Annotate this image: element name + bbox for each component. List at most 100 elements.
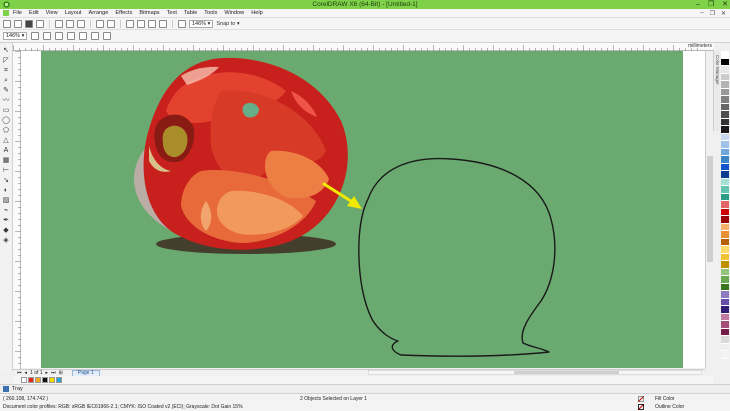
open-icon[interactable] [14, 19, 22, 28]
docker-tabs[interactable]: Color Manager [713, 51, 720, 131]
docker-tab-color-manager[interactable]: Color Manager [715, 55, 720, 85]
palette-swatch[interactable] [721, 238, 729, 246]
palette-swatch[interactable] [721, 216, 729, 224]
palette-swatch[interactable] [721, 163, 729, 171]
freehand-tool-icon[interactable]: ✎ [2, 87, 10, 95]
menu-text[interactable]: Text [167, 10, 177, 16]
palette-swatch[interactable] [721, 186, 729, 194]
freehand-outline-path[interactable] [358, 157, 556, 357]
menu-edit[interactable]: Edit [29, 10, 39, 16]
horizontal-scroll-thumb[interactable] [514, 371, 619, 374]
dimension-tool-icon[interactable]: ⊢ [2, 167, 10, 175]
palette-swatch[interactable] [721, 178, 729, 186]
undo-icon[interactable] [96, 19, 104, 28]
import-icon[interactable] [137, 19, 145, 28]
palette-swatch[interactable] [721, 291, 729, 299]
zoom-page-icon[interactable] [79, 32, 88, 40]
palette-swatch[interactable] [721, 336, 729, 344]
menu-arrange[interactable]: Arrange [88, 10, 108, 16]
drawing-page[interactable] [41, 51, 683, 368]
palette-swatch[interactable] [721, 58, 729, 66]
palette-swatch[interactable] [721, 133, 729, 141]
pick-tool-icon[interactable]: ↖ [2, 47, 10, 55]
palette-swatch[interactable] [721, 283, 729, 291]
snap-to-dropdown[interactable]: Snap to ▾ [216, 21, 239, 27]
application-launcher-icon[interactable] [178, 19, 186, 28]
tray-icon[interactable] [3, 386, 9, 392]
palette-swatch[interactable] [721, 223, 729, 231]
table-tool-icon[interactable]: ▦ [2, 157, 10, 165]
tray-label[interactable]: Tray [12, 386, 23, 392]
crop-tool-icon[interactable]: ⌗ [2, 67, 10, 75]
copy-icon[interactable] [66, 19, 74, 28]
palette-swatch[interactable] [721, 208, 729, 216]
apple-bitmap[interactable] [134, 57, 348, 250]
rectangle-tool-icon[interactable]: ▭ [2, 107, 10, 115]
document-palette-swatch[interactable] [35, 377, 41, 383]
zoom-out-icon[interactable] [43, 32, 52, 40]
zoom-levels-select[interactable]: 146% ▾ [3, 32, 28, 40]
artistic-media-tool-icon[interactable]: 〰 [2, 97, 10, 105]
doc-minimize-button[interactable]: – [700, 10, 703, 17]
redo-icon[interactable] [107, 19, 115, 28]
palette-swatch[interactable] [721, 171, 729, 179]
close-button[interactable]: ✕ [722, 0, 728, 9]
shape-tool-icon[interactable]: ◸ [2, 57, 10, 65]
palette-swatch[interactable] [721, 298, 729, 306]
zoom-tool-icon[interactable]: ⌕ [2, 77, 10, 85]
menu-window[interactable]: Window [224, 10, 244, 16]
palette-swatch[interactable] [721, 148, 729, 156]
palette-swatch[interactable] [721, 156, 729, 164]
palette-swatch[interactable] [721, 321, 729, 329]
horizontal-scrollbar[interactable] [368, 370, 702, 375]
horizontal-ruler[interactable]: millimeters [13, 43, 714, 51]
palette-swatch[interactable] [721, 313, 729, 321]
palette-swatch[interactable] [721, 276, 729, 284]
palette-swatch[interactable] [721, 118, 729, 126]
document-palette-swatch[interactable] [56, 377, 62, 383]
color-profile-info[interactable]: Document color profiles: RGB: sRGB IEC61… [3, 404, 243, 410]
polygon-tool-icon[interactable]: ⬠ [2, 127, 10, 135]
palette-swatch[interactable] [721, 328, 729, 336]
zoom-in-icon[interactable] [31, 32, 40, 40]
document-palette-swatch[interactable] [49, 377, 55, 383]
palette-swatch[interactable] [721, 141, 729, 149]
palette-swatch[interactable] [721, 103, 729, 111]
export-icon[interactable] [148, 19, 156, 28]
palette-swatch[interactable] [721, 126, 729, 134]
palette-swatch[interactable] [721, 201, 729, 209]
interactive-fill-tool-icon[interactable]: ◈ [2, 237, 10, 245]
palette-swatch[interactable] [721, 268, 729, 276]
fill-color-icon[interactable] [638, 396, 644, 402]
menu-table[interactable]: Table [184, 10, 197, 16]
palette-swatch[interactable] [721, 88, 729, 96]
doc-restore-button[interactable]: ❐ [710, 10, 715, 17]
menu-effects[interactable]: Effects [115, 10, 132, 16]
zoom-height-icon[interactable] [103, 32, 112, 40]
menu-view[interactable]: View [46, 10, 58, 16]
zoom-selected-icon[interactable] [55, 32, 64, 40]
eyedropper-tool-icon[interactable]: ⌁ [2, 207, 10, 215]
save-icon[interactable] [25, 19, 33, 28]
zoom-all-icon[interactable] [67, 32, 76, 40]
palette-swatch[interactable] [721, 96, 729, 104]
document-palette-swatch[interactable] [21, 377, 27, 383]
palette-swatch[interactable] [721, 261, 729, 269]
drawing-workspace[interactable] [21, 51, 705, 368]
palette-swatch[interactable] [721, 343, 729, 351]
new-document-icon[interactable] [3, 19, 11, 28]
menu-tools[interactable]: Tools [204, 10, 217, 16]
zoom-level-select[interactable]: 146% ▾ [189, 19, 214, 28]
palette-swatch[interactable] [721, 253, 729, 261]
outline-pen-tool-icon[interactable]: ✒ [2, 217, 10, 225]
palette-swatch[interactable] [721, 73, 729, 81]
palette-swatch[interactable] [721, 51, 729, 59]
palette-swatch[interactable] [721, 81, 729, 89]
minimize-button[interactable]: – [696, 0, 700, 9]
outline-color-icon[interactable] [638, 404, 644, 410]
palette-swatch[interactable] [721, 193, 729, 201]
palette-swatch[interactable] [721, 246, 729, 254]
basic-shapes-tool-icon[interactable]: △ [2, 137, 10, 145]
menu-layout[interactable]: Layout [65, 10, 82, 16]
palette-swatch[interactable] [721, 231, 729, 239]
